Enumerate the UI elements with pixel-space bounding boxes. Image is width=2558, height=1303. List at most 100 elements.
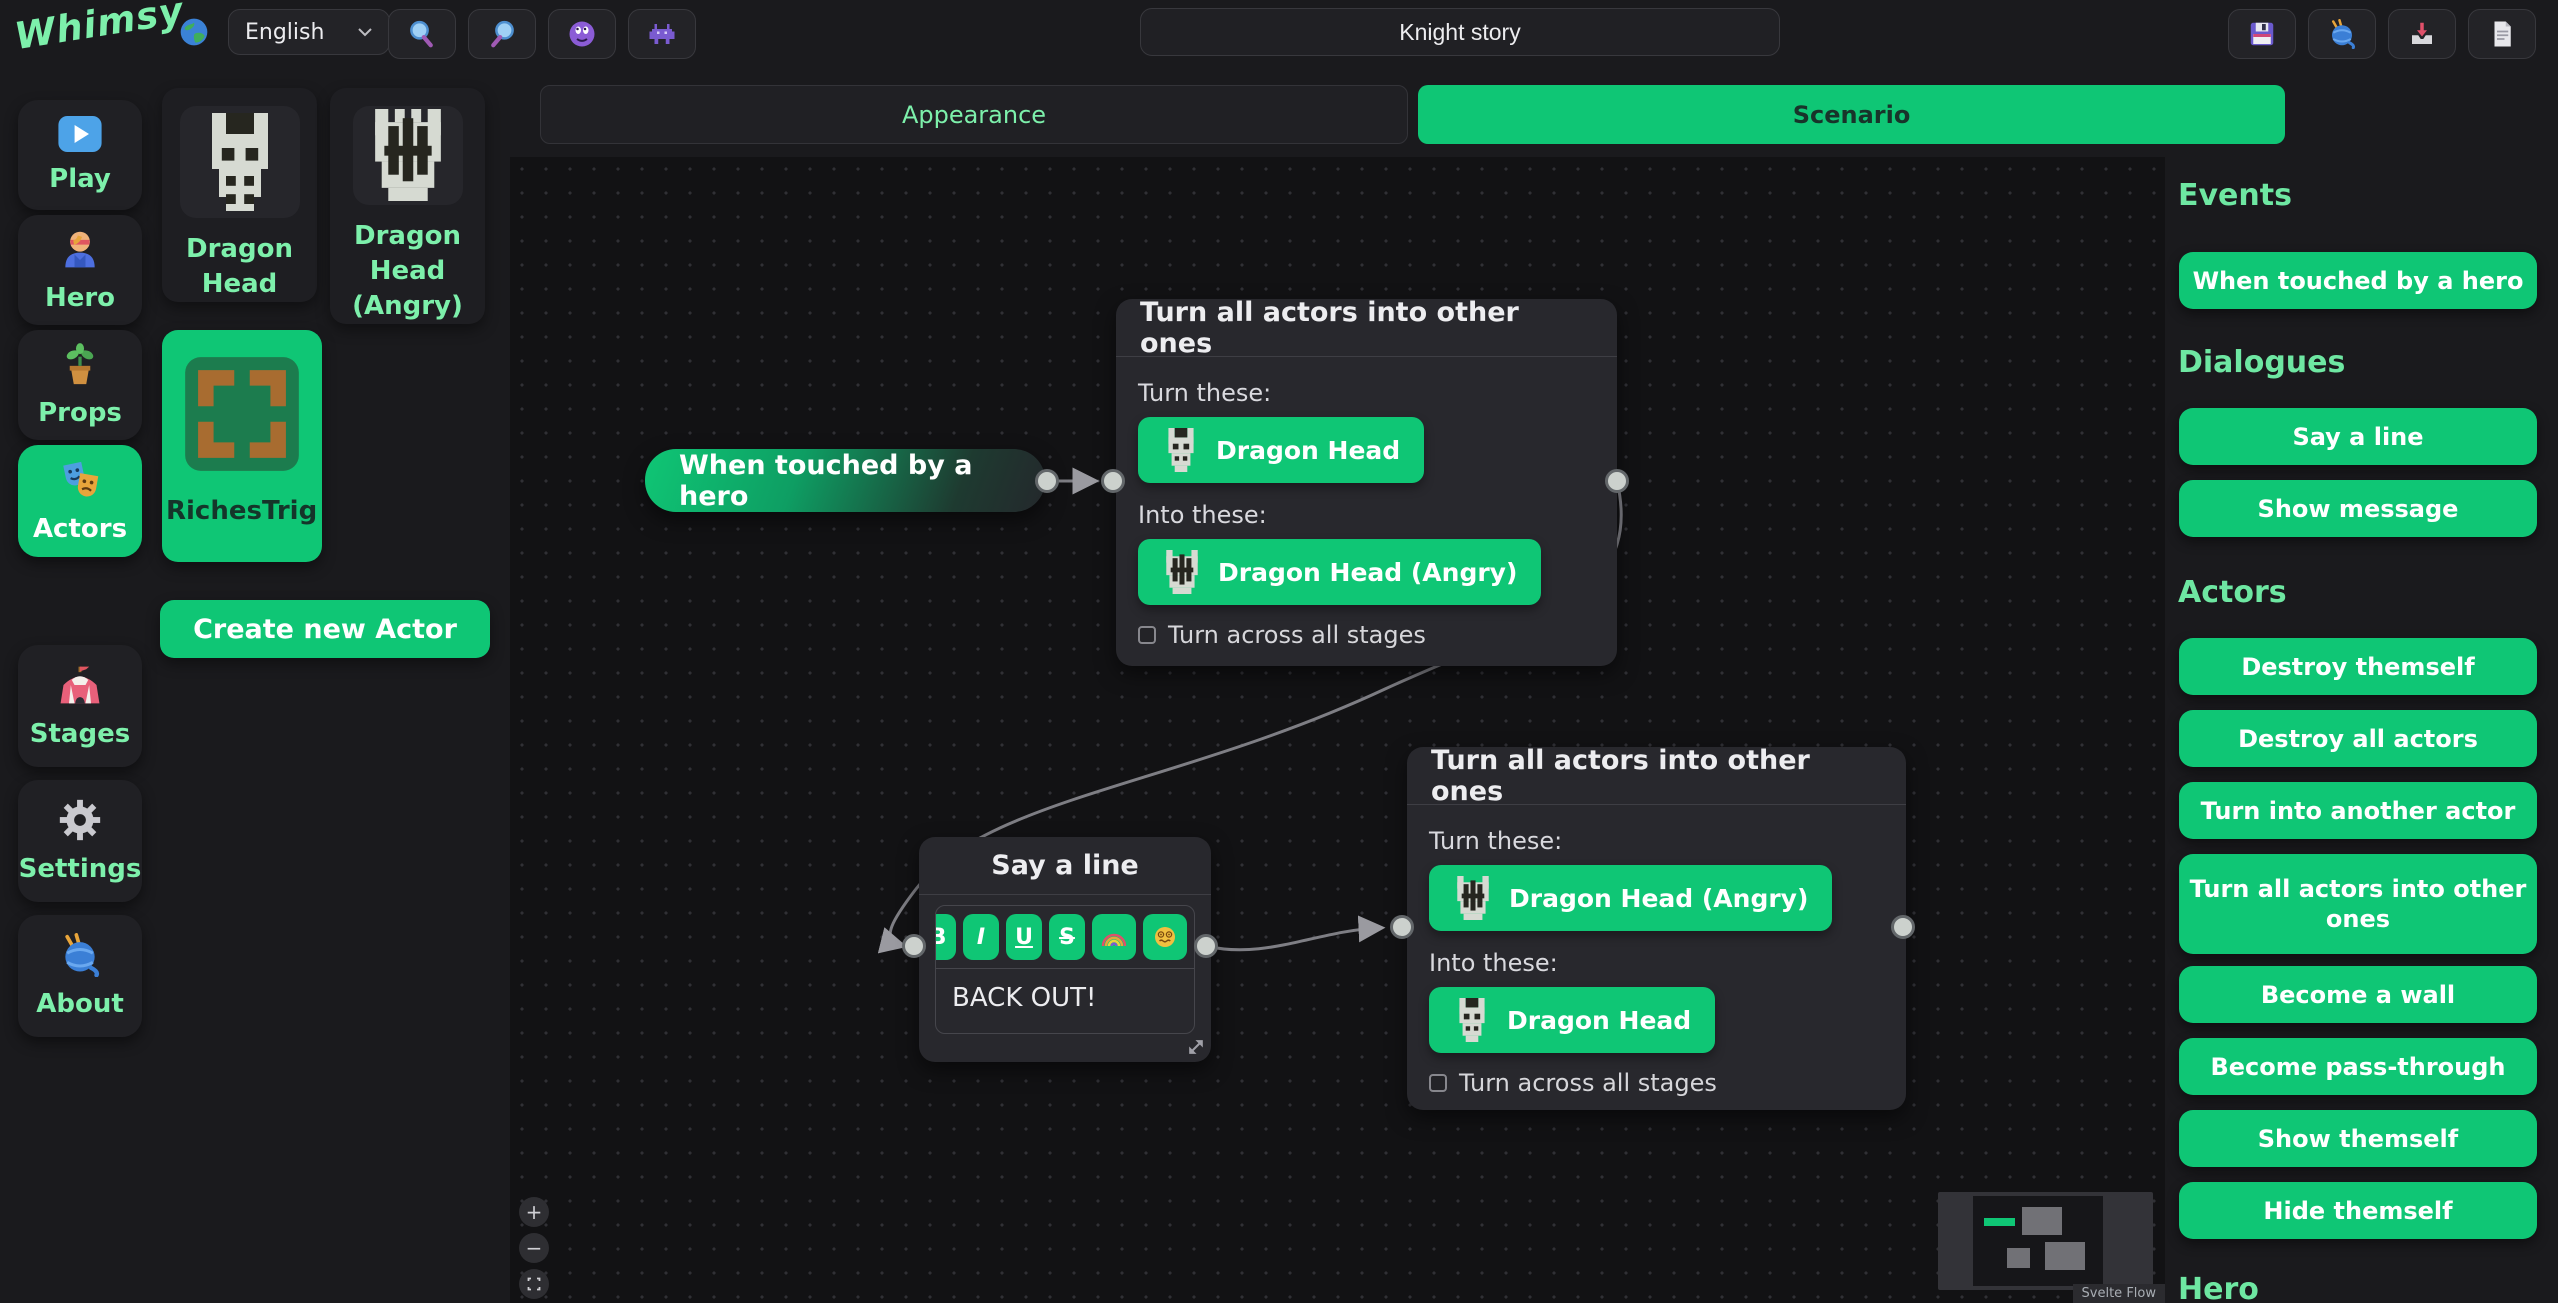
node-title: Say a line xyxy=(919,837,1211,895)
dragon-skull-angry-icon xyxy=(1453,876,1493,920)
search-left-button[interactable] xyxy=(388,9,456,59)
palette-heading-hero: Hero xyxy=(2178,1272,2538,1303)
palette-button-hide-themself[interactable]: Hide themself xyxy=(2179,1182,2537,1239)
circus-tent-icon xyxy=(58,663,102,707)
sidebar-item-about[interactable]: About xyxy=(18,915,142,1037)
fit-view-icon xyxy=(527,1277,541,1291)
actor-select-button[interactable]: Dragon Head xyxy=(1138,417,1424,483)
sidebar-item-actors[interactable]: Actors xyxy=(18,445,142,557)
palette-button-when-touched[interactable]: When touched by a hero xyxy=(2179,252,2537,309)
app-window: Whimsy English xyxy=(0,0,2558,1303)
sidebar-item-label: Actors xyxy=(33,514,127,544)
palette-button-show-themself[interactable]: Show themself xyxy=(2179,1110,2537,1167)
palette-button-become-pass-through[interactable]: Become pass-through xyxy=(2179,1038,2537,1095)
yarn-button[interactable] xyxy=(2308,9,2376,59)
actor-name: RichesTrigger xyxy=(166,494,318,529)
italic-button[interactable]: I xyxy=(963,914,999,960)
purple-face-button[interactable] xyxy=(548,9,616,59)
svelte-flow-attribution[interactable]: Svelte Flow xyxy=(2073,1284,2165,1303)
palette-button-become-a-wall[interactable]: Become a wall xyxy=(2179,966,2537,1023)
node-turn-all-actors-2[interactable]: Turn all actors into other ones Turn the… xyxy=(1407,747,1906,1110)
say-line-editor[interactable]: B I U S xyxy=(935,905,1195,1034)
target-handle[interactable] xyxy=(902,934,926,958)
story-title-input[interactable] xyxy=(1140,8,1780,56)
source-handle[interactable] xyxy=(1891,915,1915,939)
bold-button[interactable]: B xyxy=(935,914,956,960)
palette-button-destroy-all-actors[interactable]: Destroy all actors xyxy=(2179,710,2537,767)
into-these-label: Into these: xyxy=(1138,501,1595,529)
sidebar-item-label: Hero xyxy=(45,283,115,313)
dragon-skull-angry-icon xyxy=(353,106,463,205)
sidebar-item-label: Stages xyxy=(30,719,130,749)
zoom-out-button[interactable]: − xyxy=(519,1233,549,1263)
save-button[interactable] xyxy=(2228,9,2296,59)
palette-button-turn-all-actors[interactable]: Turn all actors into other ones xyxy=(2179,854,2537,954)
palette-heading-dialogues: Dialogues xyxy=(2178,345,2538,380)
target-handle[interactable] xyxy=(1101,469,1125,493)
source-handle[interactable] xyxy=(1194,934,1218,958)
import-button[interactable] xyxy=(2388,9,2456,59)
sidebar-item-label: Settings xyxy=(19,854,142,884)
create-new-actor-button[interactable]: Create new Actor xyxy=(160,600,490,658)
search-right-button[interactable] xyxy=(468,9,536,59)
sidebar-item-props[interactable]: Props xyxy=(18,330,142,440)
rainbow-button[interactable] xyxy=(1092,914,1136,960)
strikethrough-button[interactable]: S xyxy=(1049,914,1085,960)
minimap-viewport xyxy=(1973,1196,2103,1286)
underline-button[interactable]: U xyxy=(1006,914,1042,960)
sidebar-item-settings[interactable]: Settings xyxy=(18,780,142,902)
source-handle[interactable] xyxy=(1035,469,1059,493)
tab-appearance[interactable]: Appearance xyxy=(540,85,1408,144)
actor-card-richestrigger[interactable]: RichesTrigger xyxy=(162,330,322,562)
actor-select-button[interactable]: Dragon Head (Angry) xyxy=(1429,865,1832,931)
tab-scenario[interactable]: Scenario xyxy=(1418,85,2285,144)
delete-button[interactable] xyxy=(1194,914,1195,960)
sidebar-item-hero[interactable]: Hero xyxy=(18,215,142,325)
turn-across-stages-checkbox[interactable] xyxy=(1429,1074,1447,1092)
actor-card-dragon-head[interactable]: Dragon Head xyxy=(162,88,317,302)
node-say-a-line[interactable]: Say a line B I U S xyxy=(919,837,1211,1062)
source-handle[interactable] xyxy=(1605,469,1629,493)
globe-icon xyxy=(178,16,210,48)
language-select[interactable]: English xyxy=(228,9,390,55)
actor-name: Dragon Head (Angry) xyxy=(1509,884,1808,913)
alien-monster-button[interactable] xyxy=(628,9,696,59)
target-handle[interactable] xyxy=(1390,915,1414,939)
palette-heading-actors: Actors xyxy=(2178,575,2538,610)
actor-select-button[interactable]: Dragon Head xyxy=(1429,987,1715,1053)
superhero-icon xyxy=(58,227,102,271)
palette-button-say-a-line[interactable]: Say a line xyxy=(2179,408,2537,465)
document-button[interactable] xyxy=(2468,9,2536,59)
actor-select-button[interactable]: Dragon Head (Angry) xyxy=(1138,539,1541,605)
actor-card-dragon-head-angry[interactable]: Dragon Head (Angry) xyxy=(330,88,485,324)
minimap[interactable] xyxy=(1938,1192,2153,1290)
emoji-button[interactable] xyxy=(1143,914,1187,960)
sidebar-item-play[interactable]: Play xyxy=(18,100,142,210)
palette-button-turn-into-another[interactable]: Turn into another actor xyxy=(2179,782,2537,839)
save-floppy-icon xyxy=(2247,19,2277,49)
dialogue-text[interactable]: BACK OUT! xyxy=(936,969,1194,1033)
magnifier-tilted-right-icon xyxy=(487,19,517,49)
palette-button-destroy-themself[interactable]: Destroy themself xyxy=(2179,638,2537,695)
zoom-in-button[interactable]: + xyxy=(519,1197,549,1227)
palette-button-show-message[interactable]: Show message xyxy=(2179,480,2537,537)
sidebar-item-label: Props xyxy=(38,398,122,428)
minimap-node xyxy=(2045,1242,2085,1270)
node-turn-all-actors-1[interactable]: Turn all actors into other ones Turn the… xyxy=(1116,299,1617,666)
gear-icon xyxy=(58,798,102,842)
turn-these-label: Turn these: xyxy=(1138,379,1595,407)
scenario-canvas[interactable]: When touched by a hero Turn all actors i… xyxy=(510,157,2165,1303)
fit-view-button[interactable] xyxy=(519,1269,549,1299)
minimap-node xyxy=(2022,1207,2062,1235)
sidebar-item-stages[interactable]: Stages xyxy=(18,645,142,767)
yarn-ball-icon xyxy=(2327,19,2357,49)
sidebar-item-label: About xyxy=(36,989,124,1019)
dragon-skull-icon xyxy=(180,106,300,218)
actor-name: Dragon Head xyxy=(1216,436,1400,465)
node-when-touched-by-hero[interactable]: When touched by a hero xyxy=(645,449,1045,512)
plus-icon: + xyxy=(526,1200,543,1224)
checkbox-label: Turn across all stages xyxy=(1459,1069,1717,1097)
turn-across-stages-checkbox[interactable] xyxy=(1138,626,1156,644)
yarn-ball-icon xyxy=(58,933,102,977)
resize-handle-icon[interactable] xyxy=(1187,1038,1205,1056)
